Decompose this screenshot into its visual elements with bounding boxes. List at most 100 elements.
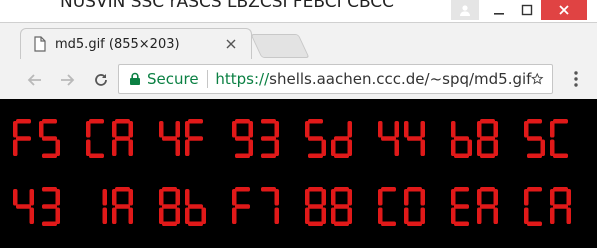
hex-byte-glyph bbox=[13, 119, 60, 158]
led-segment bbox=[128, 139, 133, 156]
led-segment bbox=[553, 119, 568, 124]
led-segment bbox=[16, 204, 31, 209]
maximize-button[interactable] bbox=[513, 0, 541, 20]
secure-indicator[interactable]: Secure bbox=[129, 70, 199, 88]
led-segment bbox=[467, 139, 472, 156]
led-segment bbox=[420, 121, 425, 138]
led-segment bbox=[162, 187, 177, 192]
background-window-title: NUSVIN SSC rASCS LBZCSI FEBCI CBCC bbox=[60, 0, 395, 12]
led-segment bbox=[550, 121, 555, 138]
url-text[interactable]: https://shells.aachen.ccc.de/~spq/md5.gi… bbox=[215, 70, 531, 88]
led-segment bbox=[188, 204, 203, 209]
window-controls bbox=[451, 0, 587, 22]
led-segment bbox=[480, 136, 495, 141]
led-segment bbox=[493, 121, 498, 138]
hex-byte-glyph bbox=[451, 187, 498, 226]
hex-byte-glyph bbox=[159, 187, 206, 226]
led-segment bbox=[407, 221, 422, 226]
led-segment bbox=[89, 119, 104, 124]
led-segment bbox=[128, 121, 133, 138]
led-segment bbox=[420, 189, 425, 206]
user-profile-button[interactable] bbox=[451, 0, 479, 20]
led-segment bbox=[454, 153, 469, 158]
led-segment bbox=[407, 136, 422, 141]
led-segment bbox=[451, 207, 456, 224]
led-segment bbox=[175, 121, 180, 138]
tab-close-icon[interactable] bbox=[225, 38, 237, 50]
led-segment bbox=[261, 187, 276, 192]
user-icon bbox=[460, 5, 470, 16]
hex-byte-glyph bbox=[232, 187, 279, 224]
led-segment bbox=[235, 136, 250, 141]
back-button[interactable] bbox=[22, 67, 48, 93]
led-segment bbox=[274, 189, 279, 206]
led-segment bbox=[112, 207, 117, 224]
led-segment bbox=[232, 189, 237, 206]
led-segment bbox=[159, 207, 164, 224]
led-segment bbox=[261, 136, 276, 141]
forward-button[interactable] bbox=[54, 67, 80, 93]
led-segment bbox=[331, 189, 336, 206]
led-segment bbox=[159, 121, 164, 138]
led-segment bbox=[42, 136, 57, 141]
hex-byte-glyph bbox=[378, 187, 425, 226]
led-segment bbox=[175, 139, 180, 156]
led-segment bbox=[308, 221, 323, 226]
md5-led-display bbox=[13, 119, 571, 226]
led-segment bbox=[308, 119, 323, 124]
led-segment bbox=[331, 139, 336, 156]
led-segment bbox=[185, 139, 190, 156]
led-segment bbox=[527, 136, 542, 141]
led-segment bbox=[55, 139, 60, 156]
hex-byte-glyph bbox=[159, 119, 203, 156]
led-segment bbox=[235, 187, 250, 192]
led-segment bbox=[274, 139, 279, 156]
led-segment bbox=[527, 119, 542, 124]
led-segment bbox=[305, 207, 310, 224]
browser-menu-button[interactable] bbox=[565, 66, 587, 92]
led-segment bbox=[274, 207, 279, 224]
led-segment bbox=[232, 207, 237, 224]
led-segment bbox=[112, 121, 117, 138]
led-segment bbox=[404, 207, 409, 224]
led-segment bbox=[112, 189, 117, 206]
hex-byte-glyph bbox=[524, 119, 568, 158]
hex-byte-glyph bbox=[524, 187, 571, 226]
led-segment bbox=[162, 204, 177, 209]
led-segment bbox=[185, 189, 190, 206]
led-segment bbox=[381, 136, 396, 141]
led-segment bbox=[381, 187, 396, 192]
led-segment bbox=[261, 119, 276, 124]
led-segment bbox=[566, 189, 571, 206]
led-segment bbox=[394, 121, 399, 138]
led-segment bbox=[115, 187, 130, 192]
led-segment bbox=[305, 121, 310, 138]
minimize-icon bbox=[494, 13, 504, 15]
url-path: shells.aachen.ccc.de/~spq/md5.gif bbox=[269, 70, 532, 88]
led-segment bbox=[162, 136, 177, 141]
hex-byte-glyph bbox=[13, 187, 60, 226]
close-window-button[interactable] bbox=[541, 0, 587, 20]
address-bar[interactable]: Secure https://shells.aachen.ccc.de/~spq… bbox=[118, 64, 553, 94]
led-segment bbox=[16, 136, 31, 141]
reload-icon bbox=[95, 74, 107, 86]
close-icon bbox=[559, 5, 569, 15]
led-segment bbox=[524, 121, 529, 138]
led-segment bbox=[162, 221, 177, 226]
led-segment bbox=[347, 207, 352, 224]
led-segment bbox=[493, 207, 498, 224]
browser-tab[interactable]: md5.gif (855×203) bbox=[20, 28, 252, 59]
reload-button[interactable] bbox=[88, 67, 114, 93]
led-segment bbox=[334, 153, 349, 158]
led-segment bbox=[235, 153, 250, 158]
led-segment bbox=[308, 204, 323, 209]
led-segment bbox=[86, 121, 91, 138]
led-segment bbox=[115, 119, 130, 124]
led-segment bbox=[201, 207, 206, 224]
led-segment bbox=[175, 207, 180, 224]
led-segment bbox=[493, 139, 498, 156]
arrow-left-icon bbox=[27, 74, 41, 86]
minimize-button[interactable] bbox=[485, 0, 513, 20]
led-segment bbox=[334, 136, 349, 141]
star-icon[interactable] bbox=[531, 71, 544, 87]
